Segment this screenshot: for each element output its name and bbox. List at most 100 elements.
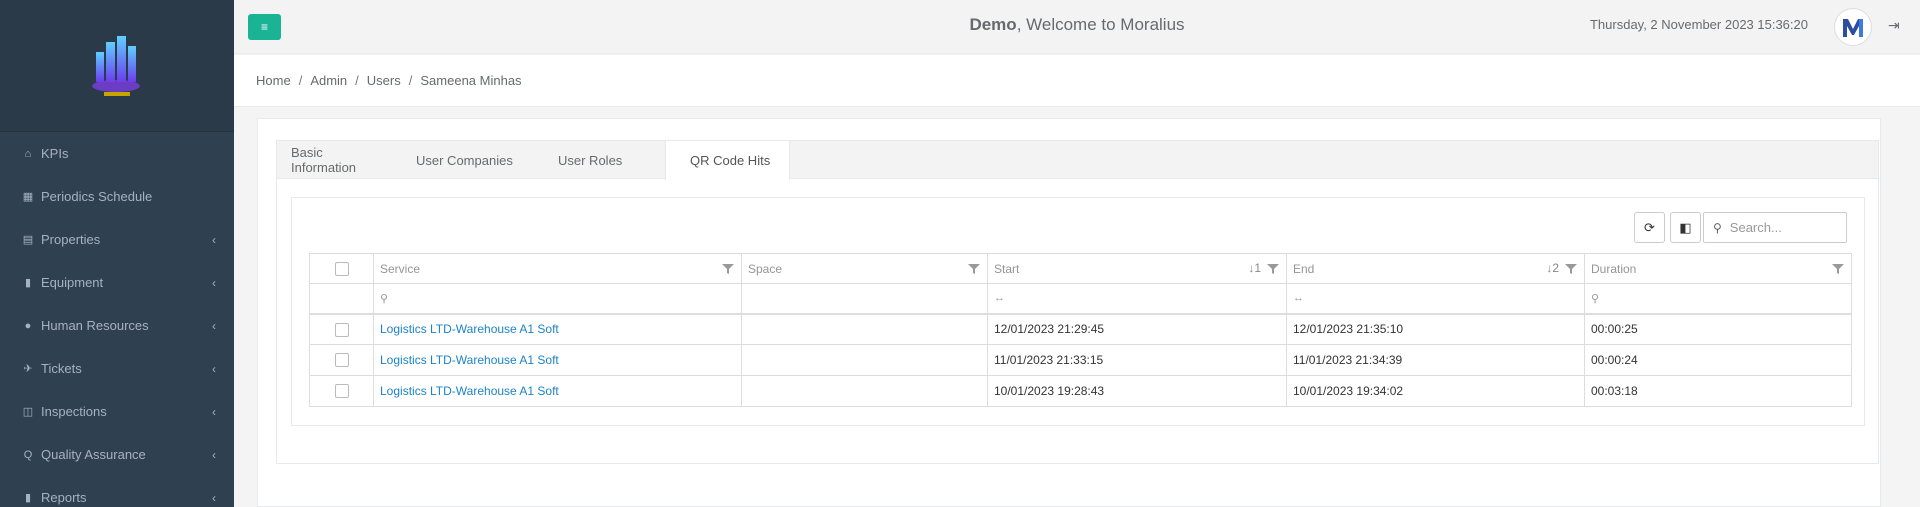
tag-icon: ✈ bbox=[23, 362, 33, 375]
select-all-checkbox[interactable] bbox=[334, 261, 349, 276]
tab-basic-information[interactable]: Basic Information bbox=[277, 141, 402, 179]
cell-space bbox=[741, 313, 988, 345]
column-header-space[interactable]: Space bbox=[741, 253, 988, 284]
table-row[interactable]: Logistics LTD-Warehouse A1 Soft 12/01/20… bbox=[309, 313, 1852, 345]
search-input[interactable] bbox=[1729, 220, 1830, 235]
welcome-text: , Welcome to Moralius bbox=[1016, 15, 1185, 34]
filter-icon[interactable] bbox=[722, 263, 734, 275]
service-link[interactable]: Logistics LTD-Warehouse A1 Soft bbox=[380, 322, 559, 336]
sort-index: 1 bbox=[1254, 261, 1261, 275]
filter-cell-duration[interactable]: ⚲ bbox=[1584, 283, 1852, 315]
table-row[interactable]: Logistics LTD-Warehouse A1 Soft 10/01/20… bbox=[309, 375, 1852, 407]
row-checkbox[interactable] bbox=[334, 384, 349, 399]
sidebar-item-reports[interactable]: ▮ Reports ‹ bbox=[0, 476, 234, 507]
logout-icon[interactable]: ⇥ bbox=[1888, 17, 1904, 33]
column-label: Space bbox=[748, 261, 783, 276]
file-icon: ▮ bbox=[24, 491, 32, 504]
tab-container: Basic Information User Companies User Ro… bbox=[276, 140, 1879, 464]
cell-end: 11/01/2023 21:34:39 bbox=[1286, 344, 1585, 376]
cell-start: 10/01/2023 19:28:43 bbox=[987, 375, 1287, 407]
search-icon: ⚲ bbox=[1591, 292, 1600, 305]
sidebar-item-label: KPIs bbox=[41, 146, 69, 161]
sidebar-item-tickets[interactable]: ✈ Tickets ‹ bbox=[0, 347, 234, 390]
tab-user-roles[interactable]: User Roles bbox=[544, 141, 665, 179]
column-header-start[interactable]: Start ↓1 bbox=[987, 253, 1287, 284]
sidebar-item-label: Equipment bbox=[41, 275, 104, 290]
sidebar-item-kpis[interactable]: ⌂ KPIs bbox=[0, 132, 234, 175]
service-link[interactable]: Logistics LTD-Warehouse A1 Soft bbox=[380, 353, 559, 367]
column-chooser-button[interactable]: ◧ bbox=[1670, 212, 1701, 243]
sidebar-item-label: Reports bbox=[41, 490, 87, 505]
cell-duration: 00:00:24 bbox=[1584, 344, 1852, 376]
chevron-left-icon: ‹ bbox=[212, 318, 216, 333]
row-checkbox[interactable] bbox=[334, 322, 349, 337]
chevron-left-icon: ‹ bbox=[212, 361, 216, 376]
filter-icon[interactable] bbox=[968, 263, 980, 275]
range-icon: ↔ bbox=[994, 292, 1005, 305]
column-label: End bbox=[1293, 261, 1315, 276]
sidebar-item-quality-assurance[interactable]: Q Quality Assurance ‹ bbox=[0, 433, 234, 476]
refresh-icon: ⟳ bbox=[1644, 219, 1655, 235]
filter-cell-space[interactable] bbox=[741, 283, 988, 315]
select-all-cell bbox=[309, 253, 374, 284]
chevron-left-icon: ‹ bbox=[212, 404, 216, 419]
current-datetime: Thursday, 2 November 2023 15:36:20 bbox=[1589, 17, 1808, 32]
table-row[interactable]: Logistics LTD-Warehouse A1 Soft 11/01/20… bbox=[309, 344, 1852, 376]
sidebar-item-label: Quality Assurance bbox=[41, 447, 146, 462]
breadcrumb-users[interactable]: Users bbox=[367, 73, 401, 88]
building-icon: ▤ bbox=[22, 233, 34, 246]
book-icon: ▮ bbox=[24, 276, 32, 289]
column-label: Start bbox=[994, 261, 1020, 276]
filter-icon[interactable] bbox=[1267, 263, 1279, 275]
filter-cell-end[interactable]: ↔ bbox=[1286, 283, 1585, 315]
sidebar-item-periodics-schedule[interactable]: ▦ Periodics Schedule bbox=[0, 175, 234, 218]
row-select-cell bbox=[309, 313, 374, 345]
cell-duration: 00:03:18 bbox=[1584, 375, 1852, 407]
map-icon: ◫ bbox=[22, 405, 34, 418]
column-header-end[interactable]: End ↓2 bbox=[1286, 253, 1585, 284]
sidebar-item-inspections[interactable]: ◫ Inspections ‹ bbox=[0, 390, 234, 433]
service-link[interactable]: Logistics LTD-Warehouse A1 Soft bbox=[380, 384, 559, 398]
header-row: Service Space Start ↓1 End ↓2 Duration bbox=[309, 253, 1852, 284]
avatar[interactable] bbox=[1834, 8, 1872, 46]
tab-bar: Basic Information User Companies User Ro… bbox=[277, 141, 1878, 180]
sort-ascending-icon: ↓1 bbox=[1248, 261, 1261, 275]
breadcrumb-home[interactable]: Home bbox=[256, 73, 291, 88]
cell-duration: 00:00:25 bbox=[1584, 313, 1852, 345]
sidebar-item-label: Properties bbox=[41, 232, 101, 247]
logo-area bbox=[0, 0, 234, 132]
refresh-button[interactable]: ⟳ bbox=[1634, 212, 1665, 243]
breadcrumb: Home / Admin / Users / Sameena Minhas bbox=[234, 55, 1920, 107]
filter-icon[interactable] bbox=[1832, 263, 1844, 275]
row-select-cell bbox=[309, 375, 374, 407]
top-header: ≡ Demo, Welcome to Moralius Thursday, 2 … bbox=[234, 0, 1920, 54]
welcome-user: Demo bbox=[969, 15, 1017, 34]
cell-space bbox=[741, 375, 988, 407]
company-logo[interactable] bbox=[82, 30, 152, 102]
filter-cell-service[interactable]: ⚲ bbox=[373, 283, 742, 315]
breadcrumb-separator: / bbox=[355, 73, 359, 88]
grid-search[interactable]: ⚲ bbox=[1703, 212, 1847, 243]
sidebar-item-equipment[interactable]: ▮ Equipment ‹ bbox=[0, 261, 234, 304]
sidebar-item-human-resources[interactable]: ● Human Resources ‹ bbox=[0, 304, 234, 347]
column-chooser-icon: ◧ bbox=[1679, 219, 1692, 235]
search-icon: ⚲ bbox=[1713, 220, 1722, 235]
search-icon: Q bbox=[23, 448, 33, 461]
sidebar-item-label: Tickets bbox=[41, 361, 82, 376]
tab-user-companies[interactable]: User Companies bbox=[402, 141, 544, 179]
breadcrumb-admin[interactable]: Admin bbox=[310, 73, 347, 88]
cell-space bbox=[741, 344, 988, 376]
filter-icon[interactable] bbox=[1565, 263, 1577, 275]
row-checkbox[interactable] bbox=[334, 353, 349, 368]
filter-cell-start[interactable]: ↔ bbox=[987, 283, 1287, 315]
sidebar-item-label: Human Resources bbox=[41, 318, 149, 333]
content-panel: Basic Information User Companies User Ro… bbox=[257, 118, 1881, 507]
range-icon: ↔ bbox=[1293, 292, 1304, 305]
cell-service: Logistics LTD-Warehouse A1 Soft bbox=[373, 344, 742, 376]
column-header-duration[interactable]: Duration bbox=[1584, 253, 1852, 284]
column-header-service[interactable]: Service bbox=[373, 253, 742, 284]
tab-qr-code-hits[interactable]: QR Code Hits bbox=[665, 141, 790, 180]
sidebar-item-properties[interactable]: ▤ Properties ‹ bbox=[0, 218, 234, 261]
cell-start: 12/01/2023 21:29:45 bbox=[987, 313, 1287, 345]
column-label: Service bbox=[380, 261, 421, 276]
